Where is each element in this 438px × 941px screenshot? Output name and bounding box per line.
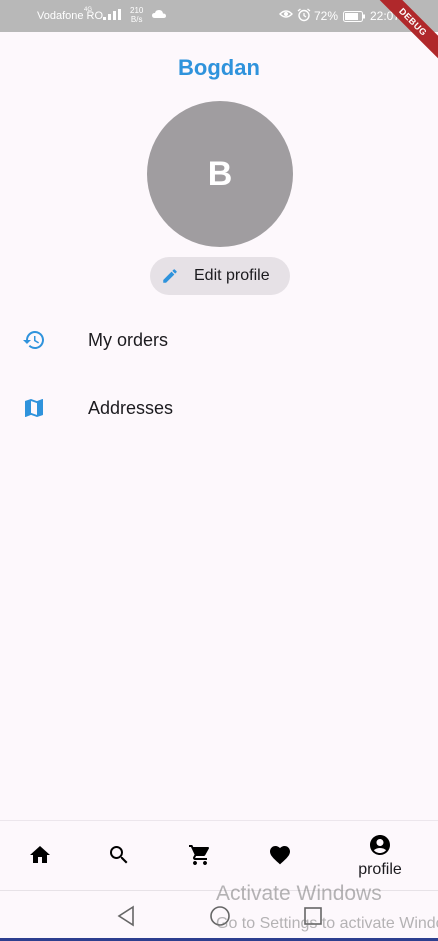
menu-item-label: Addresses bbox=[88, 398, 174, 418]
nav-favorites[interactable] bbox=[250, 821, 310, 891]
menu-item-addresses[interactable]: Addresses bbox=[0, 378, 438, 438]
bottom-navigation: profile bbox=[0, 820, 438, 890]
network-type: 4G bbox=[84, 7, 93, 13]
nav-search[interactable] bbox=[89, 821, 149, 891]
cart-icon bbox=[189, 845, 210, 865]
signal-icon bbox=[103, 9, 123, 23]
menu-item-label: My orders bbox=[88, 330, 169, 350]
alarm-icon bbox=[297, 8, 311, 25]
network-speed-value: 210 bbox=[130, 6, 144, 15]
nav-home[interactable] bbox=[10, 821, 70, 891]
back-icon[interactable] bbox=[115, 905, 137, 927]
battery-icon bbox=[343, 11, 365, 25]
map-icon bbox=[22, 396, 46, 420]
carrier-name: Vodafone RO bbox=[37, 10, 104, 22]
cloud-icon bbox=[152, 9, 166, 22]
profile-name: Bogdan bbox=[178, 55, 260, 80]
avatar: B bbox=[147, 101, 293, 247]
eye-icon bbox=[279, 8, 293, 23]
avatar-initial: B bbox=[207, 154, 233, 193]
nav-cart[interactable] bbox=[170, 821, 230, 891]
status-bar: Vodafone RO 4G 210 B/s 72% 22:07 bbox=[0, 0, 438, 32]
edit-profile-label: Edit profile bbox=[194, 267, 270, 284]
network-speed: 210 B/s bbox=[130, 6, 143, 24]
home-icon bbox=[30, 846, 50, 863]
menu-item-my-orders[interactable]: My orders bbox=[0, 310, 438, 370]
nav-profile[interactable]: profile bbox=[350, 821, 410, 891]
account-circle-icon bbox=[370, 835, 390, 855]
search-icon bbox=[110, 846, 128, 864]
windows-watermark-subtitle: Go to Settings to activate Windows. bbox=[216, 915, 438, 932]
history-icon bbox=[22, 328, 46, 352]
battery-percentage: 72% bbox=[314, 9, 339, 23]
edit-profile-button[interactable]: Edit profile bbox=[150, 257, 290, 295]
heart-icon bbox=[270, 846, 290, 865]
windows-watermark-title: Activate Windows bbox=[216, 882, 382, 905]
nav-profile-label: profile bbox=[358, 861, 402, 878]
edit-pencil-icon bbox=[161, 267, 179, 285]
network-speed-unit: B/s bbox=[130, 15, 143, 24]
